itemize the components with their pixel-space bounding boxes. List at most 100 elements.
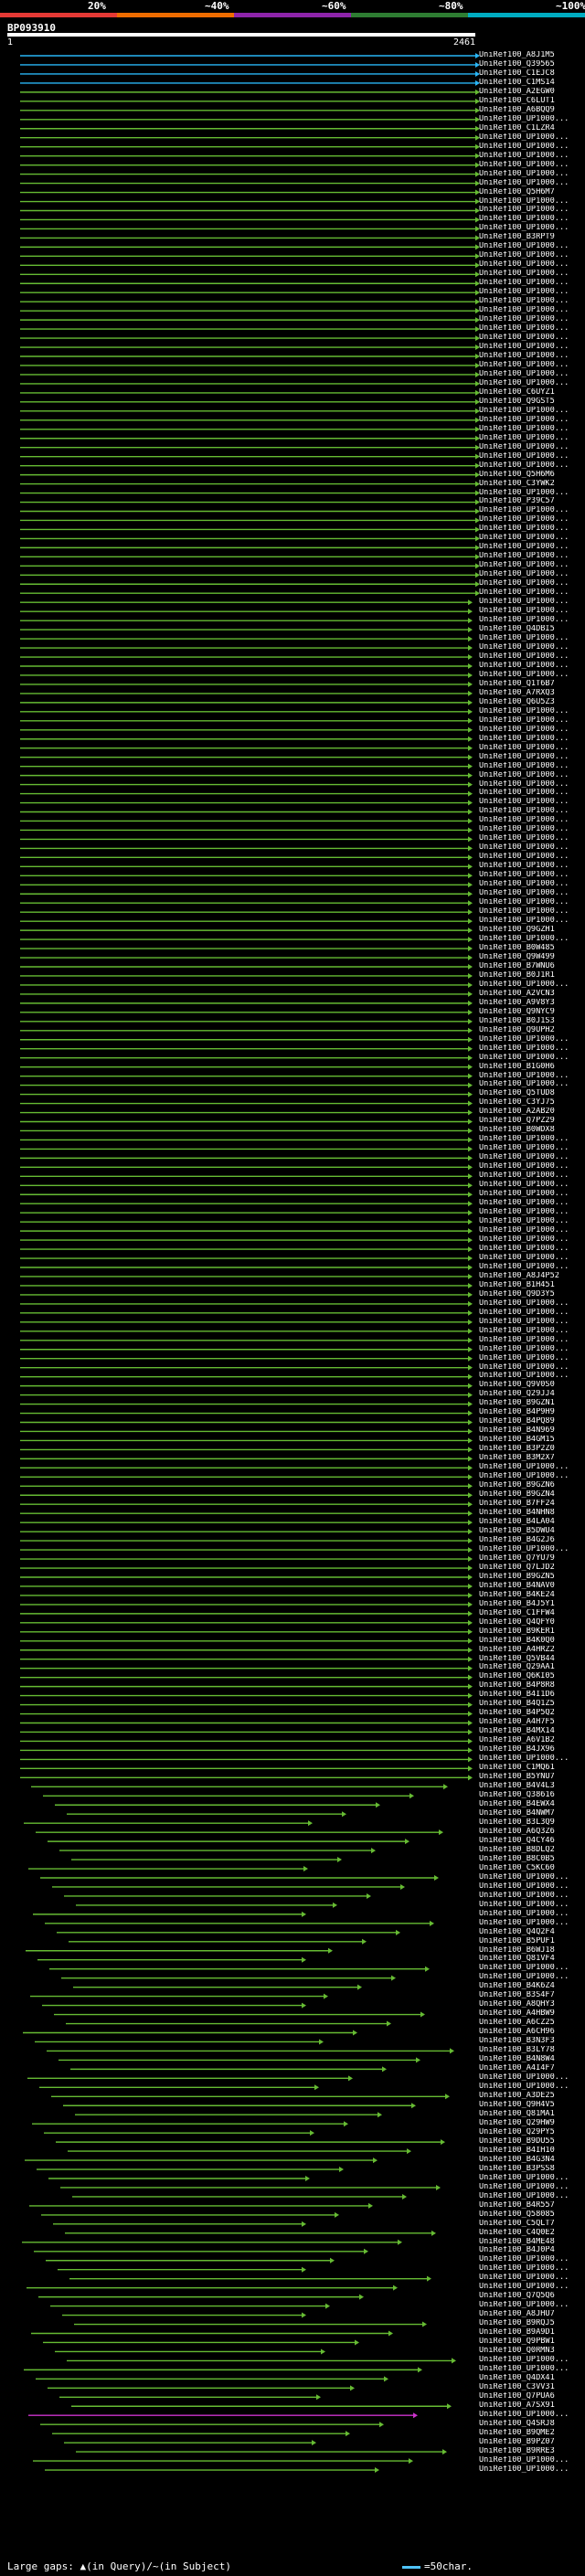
- hit-label[interactable]: UniRef100_UP1000...: [479, 279, 585, 288]
- hit-label[interactable]: UniRef100_Q4SRJ8: [479, 2420, 585, 2429]
- hit-label[interactable]: UniRef100_UP1000...: [479, 1318, 585, 1327]
- hit-label[interactable]: UniRef100_B5YNU7: [479, 1773, 585, 1782]
- hit-label[interactable]: UniRef100_UP1000...: [479, 1910, 585, 1919]
- hit-label[interactable]: UniRef100_Q39565: [479, 60, 585, 69]
- hit-label[interactable]: UniRef100_UP1000...: [479, 716, 585, 726]
- hit-label[interactable]: UniRef100_UP1000...: [479, 917, 585, 926]
- hit-label[interactable]: UniRef100_UP1000...: [479, 425, 585, 434]
- hit-label[interactable]: UniRef100_UP1000...: [479, 489, 585, 498]
- hit-label[interactable]: UniRef100_A6Q3Z6: [479, 1828, 585, 1837]
- hit-label[interactable]: UniRef100_UP1000...: [479, 352, 585, 361]
- hit-label[interactable]: UniRef100_UP1000...: [479, 1162, 585, 1171]
- hit-label[interactable]: UniRef100_UP1000...: [479, 525, 585, 534]
- hit-label[interactable]: UniRef100_Q9H4V5: [479, 2101, 585, 2110]
- hit-label[interactable]: UniRef100_Q4CY46: [479, 1837, 585, 1846]
- hit-label[interactable]: UniRef100_UP1000...: [479, 2083, 585, 2092]
- hit-label[interactable]: UniRef100_UP1000...: [479, 143, 585, 152]
- hit-label[interactable]: UniRef100_B6WJ18: [479, 1946, 585, 1956]
- hit-label[interactable]: UniRef100_UP1000...: [479, 1226, 585, 1235]
- hit-label[interactable]: UniRef100_C1LZR4: [479, 124, 585, 133]
- hit-label[interactable]: UniRef100_UP1000...: [479, 853, 585, 862]
- hit-label[interactable]: UniRef100_UP1000...: [479, 534, 585, 543]
- hit-label[interactable]: UniRef100_C4Q0E2: [479, 2229, 585, 2238]
- hit-label[interactable]: UniRef100_UP1000...: [479, 361, 585, 370]
- hit-label[interactable]: UniRef100_UP1000...: [479, 1299, 585, 1309]
- hit-label[interactable]: UniRef100_B4I1D6: [479, 1691, 585, 1700]
- hit-label[interactable]: UniRef100_B9RRE3: [479, 2447, 585, 2456]
- hit-label[interactable]: UniRef100_C1MQ61: [479, 1764, 585, 1773]
- hit-label[interactable]: UniRef100_B4KE24: [479, 1591, 585, 1600]
- hit-label[interactable]: UniRef100_B3L3Q9: [479, 1818, 585, 1828]
- hit-label[interactable]: UniRef100_UP1000...: [479, 324, 585, 334]
- hit-label[interactable]: UniRef100_B4J0P4: [479, 2246, 585, 2255]
- hit-label[interactable]: UniRef100_UP1000...: [479, 1263, 585, 1272]
- hit-label[interactable]: UniRef100_B4P9H9: [479, 1408, 585, 1417]
- hit-label[interactable]: UniRef100_UP1000...: [479, 2411, 585, 2420]
- hit-label[interactable]: UniRef100_Q29PY5: [479, 2128, 585, 2137]
- hit-label[interactable]: UniRef100_B4R557: [479, 2201, 585, 2210]
- hit-label[interactable]: UniRef100_UP1000...: [479, 798, 585, 807]
- hit-label[interactable]: UniRef100_UP1000...: [479, 1919, 585, 1928]
- hit-label[interactable]: UniRef100_B4EWX4: [479, 1800, 585, 1809]
- hit-label[interactable]: UniRef100_UP1000...: [479, 1190, 585, 1199]
- hit-label[interactable]: UniRef100_B9RQJ5: [479, 2319, 585, 2328]
- hit-label[interactable]: UniRef100_B4NAV0: [479, 1582, 585, 1591]
- hit-label[interactable]: UniRef100_UP1000...: [479, 416, 585, 425]
- hit-label[interactable]: UniRef100_B4IH10: [479, 2147, 585, 2156]
- hit-label[interactable]: UniRef100_UP1000...: [479, 2264, 585, 2274]
- hit-label[interactable]: UniRef100_B8C0B5: [479, 1855, 585, 1864]
- hit-label[interactable]: UniRef100_UP1000...: [479, 1135, 585, 1144]
- hit-label[interactable]: UniRef100_A6BQQ9: [479, 106, 585, 115]
- hit-label[interactable]: UniRef100_Q9PBW1: [479, 2337, 585, 2347]
- hit-label[interactable]: UniRef100_C3VV31: [479, 2383, 585, 2392]
- hit-label[interactable]: UniRef100_B3RPT9: [479, 233, 585, 242]
- hit-label[interactable]: UniRef100_A6CH96: [479, 2028, 585, 2037]
- hit-label[interactable]: UniRef100_UP1000...: [479, 2465, 585, 2475]
- hit-label[interactable]: UniRef100_B0J1S3: [479, 1017, 585, 1026]
- hit-label[interactable]: UniRef100_UP1000...: [479, 506, 585, 515]
- hit-label[interactable]: UniRef100_Q58085: [479, 2210, 585, 2220]
- hit-label[interactable]: UniRef100_UP1000...: [479, 1372, 585, 1381]
- hit-label[interactable]: UniRef100_C1MS14: [479, 79, 585, 88]
- hit-label[interactable]: UniRef100_UP1000...: [479, 825, 585, 834]
- hit-label[interactable]: UniRef100_B4V4L3: [479, 1782, 585, 1791]
- hit-label[interactable]: UniRef100_UP1000...: [479, 288, 585, 297]
- hit-label[interactable]: UniRef100_UP1000...: [479, 2073, 585, 2083]
- hit-label[interactable]: UniRef100_UP1000...: [479, 1199, 585, 1208]
- hit-label[interactable]: UniRef100_UP1000...: [479, 981, 585, 990]
- hit-label[interactable]: UniRef100_UP1000...: [479, 662, 585, 671]
- hit-label[interactable]: UniRef100_Q4DX41: [479, 2374, 585, 2383]
- hit-label[interactable]: UniRef100_B3S4F7: [479, 1991, 585, 2000]
- hit-label[interactable]: UniRef100_UP1000...: [479, 543, 585, 552]
- hit-label[interactable]: UniRef100_UP1000...: [479, 753, 585, 762]
- hit-label[interactable]: UniRef100_C3YWK2: [479, 480, 585, 489]
- hit-label[interactable]: UniRef100_UP1000...: [479, 260, 585, 270]
- hit-label[interactable]: UniRef100_B4Q1Z5: [479, 1700, 585, 1709]
- hit-label[interactable]: UniRef100_UP1000...: [479, 607, 585, 616]
- hit-label[interactable]: UniRef100_Q9D3Y5: [479, 1290, 585, 1299]
- hit-label[interactable]: UniRef100_Q9V0S0: [479, 1381, 585, 1390]
- hit-label[interactable]: UniRef100_B9GZN1: [479, 1399, 585, 1408]
- hit-label[interactable]: UniRef100_A4HBW9: [479, 2009, 585, 2019]
- hit-label[interactable]: UniRef100_UP1000...: [479, 1901, 585, 1910]
- hit-label[interactable]: UniRef100_UP1000...: [479, 2174, 585, 2183]
- hit-label[interactable]: UniRef100_Q1T6B7: [479, 680, 585, 689]
- hit-label[interactable]: UniRef100_A4H7F5: [479, 1718, 585, 1727]
- hit-label[interactable]: UniRef100_A2AB20: [479, 1108, 585, 1117]
- hit-label[interactable]: UniRef100_UP1000...: [479, 843, 585, 853]
- hit-label[interactable]: UniRef100_C1EJC8: [479, 69, 585, 79]
- hit-label[interactable]: UniRef100_UP1000...: [479, 735, 585, 744]
- hit-label[interactable]: UniRef100_A8JHU7: [479, 2310, 585, 2319]
- hit-label[interactable]: UniRef100_Q9UPH2: [479, 1026, 585, 1035]
- hit-label[interactable]: UniRef100_UP1000...: [479, 834, 585, 843]
- hit-label[interactable]: UniRef100_Q29AA1: [479, 1663, 585, 1672]
- hit-label[interactable]: UniRef100_UP1000...: [479, 370, 585, 379]
- hit-label[interactable]: UniRef100_C6LUT1: [479, 97, 585, 106]
- hit-label[interactable]: UniRef100_A7RXQ3: [479, 689, 585, 698]
- hit-label[interactable]: UniRef100_UP1000...: [479, 561, 585, 570]
- hit-label[interactable]: UniRef100_B9QME2: [479, 2429, 585, 2438]
- hit-label[interactable]: UniRef100_B3PSS8: [479, 2165, 585, 2174]
- hit-label[interactable]: UniRef100_Q5VB44: [479, 1655, 585, 1664]
- hit-label[interactable]: UniRef100_UP1000...: [479, 161, 585, 170]
- hit-label[interactable]: UniRef100_A8J4P52: [479, 1272, 585, 1281]
